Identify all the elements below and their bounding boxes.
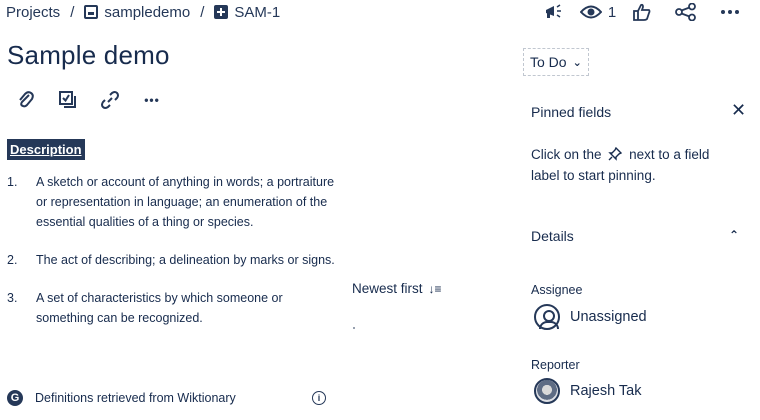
project-icon xyxy=(84,5,99,19)
source-text: Definitions retrieved from Wiktionary xyxy=(35,391,236,405)
assignee-value: Unassigned xyxy=(570,309,647,325)
breadcrumb-projects[interactable]: Projects xyxy=(6,4,60,21)
pinned-fields-title: Pinned fields xyxy=(531,104,612,120)
watch-button[interactable]: 1 xyxy=(576,0,620,24)
assignee-label: Assignee xyxy=(531,283,583,297)
google-icon: G xyxy=(7,390,23,406)
link-issue-button[interactable] xyxy=(98,88,122,112)
eye-icon xyxy=(579,5,602,19)
activity-sort-button[interactable]: Newest first ↓≡ xyxy=(352,281,442,296)
feedback-button[interactable] xyxy=(532,0,576,24)
avatar xyxy=(534,378,560,404)
list-item: 1. A sketch or account of anything in wo… xyxy=(7,172,337,232)
chevron-down-icon: ⌄ xyxy=(572,56,582,69)
more-actions-button[interactable] xyxy=(708,0,752,24)
reporter-label: Reporter xyxy=(531,358,580,372)
issue-title[interactable]: Sample demo xyxy=(7,40,170,71)
megaphone-icon xyxy=(546,4,561,18)
breadcrumb-project[interactable]: sampledemo xyxy=(104,4,190,21)
attach-button[interactable] xyxy=(14,88,38,112)
watch-count: 1 xyxy=(607,3,617,21)
pin-icon xyxy=(608,146,623,161)
list-number: 1. xyxy=(7,175,18,189)
list-number: 2. xyxy=(7,253,18,267)
info-icon[interactable]: i xyxy=(312,391,326,405)
issue-actions: 1 xyxy=(532,0,752,24)
status-value: To Do xyxy=(530,54,567,70)
description-heading: Description xyxy=(7,139,85,160)
breadcrumb-separator: / xyxy=(70,3,75,21)
sort-label: Newest first xyxy=(352,281,423,296)
vote-button[interactable] xyxy=(620,0,664,24)
sort-icon: ↓≡ xyxy=(428,281,442,296)
list-number: 3. xyxy=(7,291,18,305)
list-text: A set of characteristics by which someon… xyxy=(36,291,283,325)
child-issue-icon xyxy=(59,91,76,108)
thumbs-up-icon xyxy=(633,3,651,21)
share-button[interactable] xyxy=(664,0,708,24)
link-icon xyxy=(101,91,119,109)
add-child-issue-button[interactable] xyxy=(56,88,80,112)
list-item: 2. The act of describing; a delineation … xyxy=(7,250,337,270)
details-section-title[interactable]: Details xyxy=(531,228,574,244)
close-icon[interactable]: ✕ xyxy=(731,100,746,121)
list-item: 3. A set of characteristics by which som… xyxy=(7,288,337,328)
description-list[interactable]: 1. A sketch or account of anything in wo… xyxy=(7,172,337,346)
reporter-value: Rajesh Tak xyxy=(570,383,642,399)
attachment-icon xyxy=(19,91,34,108)
breadcrumb-issue-key[interactable]: SAM-1 xyxy=(234,4,280,21)
assignee-field[interactable]: Unassigned xyxy=(534,304,647,330)
list-text: A sketch or account of anything in words… xyxy=(36,175,335,229)
issue-type-icon xyxy=(214,5,229,19)
reporter-field[interactable]: Rajesh Tak xyxy=(534,378,641,404)
chevron-up-icon[interactable]: ⌃ xyxy=(729,228,739,242)
list-text: The act of describing; a delineation by … xyxy=(36,253,335,267)
issue-toolbar: ••• xyxy=(14,88,164,112)
more-tools-button[interactable]: ••• xyxy=(140,88,164,112)
breadcrumb: Projects / sampledemo / SAM-1 xyxy=(6,2,280,22)
pinned-fields-hint: Click on the next to a field label to st… xyxy=(531,144,731,186)
definition-source: G Definitions retrieved from Wiktionary xyxy=(7,390,236,406)
unassigned-avatar-icon xyxy=(534,304,560,330)
status-dropdown[interactable]: To Do ⌄ xyxy=(523,48,589,76)
share-icon xyxy=(675,3,696,21)
divider xyxy=(353,327,355,329)
hint-text: Click on the xyxy=(531,147,602,162)
more-icon: ••• xyxy=(144,93,160,107)
breadcrumb-separator: / xyxy=(200,3,205,21)
more-icon xyxy=(721,10,739,14)
